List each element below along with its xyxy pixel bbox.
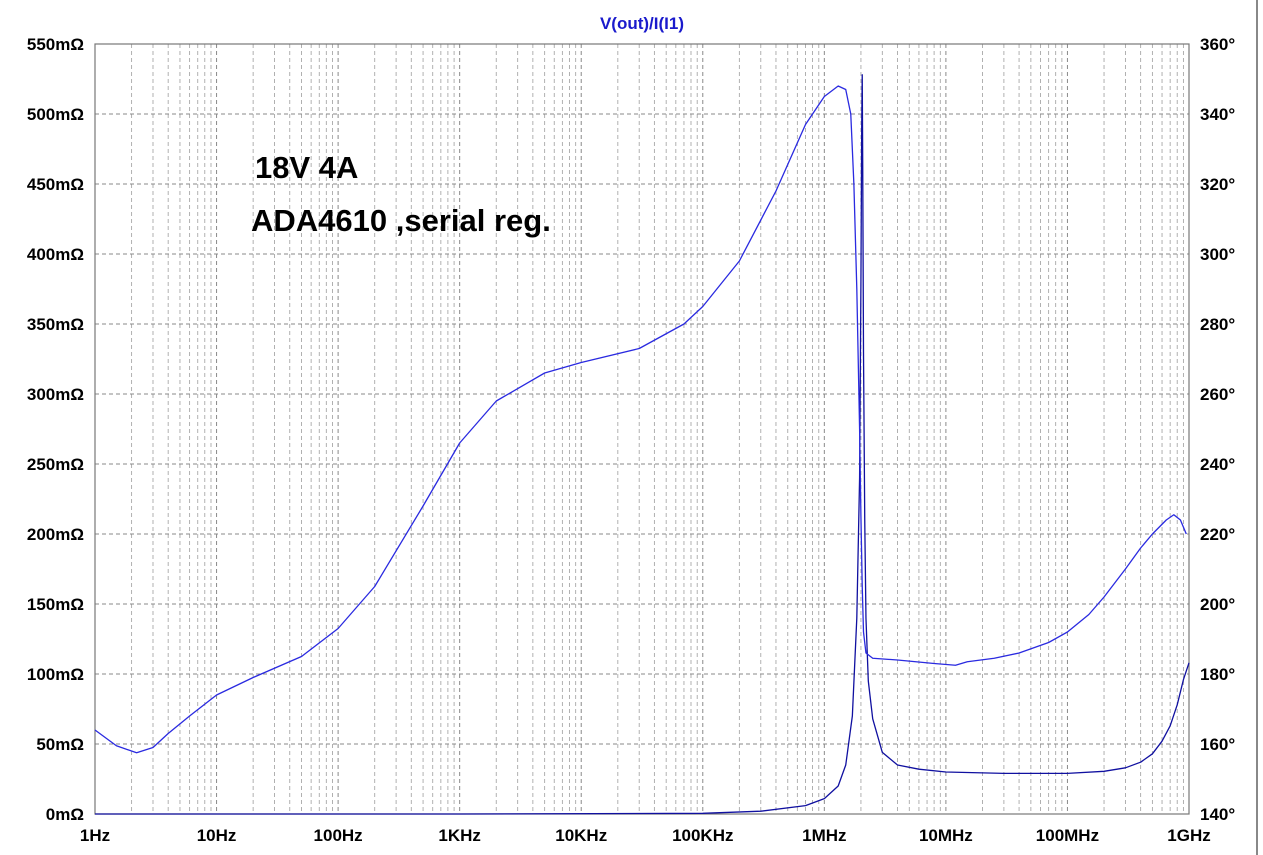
y-right-tick-label: 300° (1200, 245, 1235, 264)
y-right-tick-label: 180° (1200, 665, 1235, 684)
y-left-tick-label: 0mΩ (46, 805, 84, 824)
y-right-tick-label: 140° (1200, 805, 1235, 824)
x-tick-label: 1MHz (802, 826, 846, 845)
x-tick-label: 1GHz (1167, 826, 1210, 845)
chart-svg: 1Hz 10Hz 100Hz 1KHz 10KHz 100KHz 1MHz 10MHz 100M… (0, 0, 1263, 855)
annotation-line-1: 18V 4A (255, 150, 358, 185)
y-left-tick-label: 500mΩ (27, 105, 84, 124)
x-tick-label: 10Hz (197, 826, 237, 845)
x-tick-label: 10MHz (919, 826, 973, 845)
impedance-plot: 1Hz 10Hz 100Hz 1KHz 10KHz 100KHz 1MHz 10MHz 100M… (0, 0, 1263, 855)
chart-title: V(out)/I(I1) (600, 14, 684, 33)
y-right-tick-label: 320° (1200, 175, 1235, 194)
y-left-tick-label: 200mΩ (27, 525, 84, 544)
x-tick-label: 100KHz (672, 826, 733, 845)
x-tick-label: 10KHz (555, 826, 607, 845)
x-tick-label: 100Hz (314, 826, 363, 845)
y-left-tick-label: 100mΩ (27, 665, 84, 684)
y-left-tick-label: 550mΩ (27, 35, 84, 54)
y-right-tick-label: 280° (1200, 315, 1235, 334)
y-right-tick-label: 260° (1200, 385, 1235, 404)
y-left-tick-label: 400mΩ (27, 245, 84, 264)
x-tick-label: 1Hz (80, 826, 110, 845)
y-right-tick-label: 240° (1200, 455, 1235, 474)
y-right-tick-label: 360° (1200, 35, 1235, 54)
y-left-tick-label: 300mΩ (27, 385, 84, 404)
x-tick-label: 1KHz (438, 826, 481, 845)
y-right-tick-label: 200° (1200, 595, 1235, 614)
x-tick-label: 100MHz (1036, 826, 1099, 845)
y-left-tick-label: 50mΩ (36, 735, 84, 754)
annotation-line-2: ADA4610 ,serial reg. (251, 203, 551, 238)
y-left-tick-label: 350mΩ (27, 315, 84, 334)
y-right-tick-label: 340° (1200, 105, 1235, 124)
y-right-tick-label: 220° (1200, 525, 1235, 544)
y-left-tick-label: 250mΩ (27, 455, 84, 474)
y-left-tick-label: 450mΩ (27, 175, 84, 194)
y-left-tick-label: 150mΩ (27, 595, 84, 614)
y-right-tick-label: 160° (1200, 735, 1235, 754)
